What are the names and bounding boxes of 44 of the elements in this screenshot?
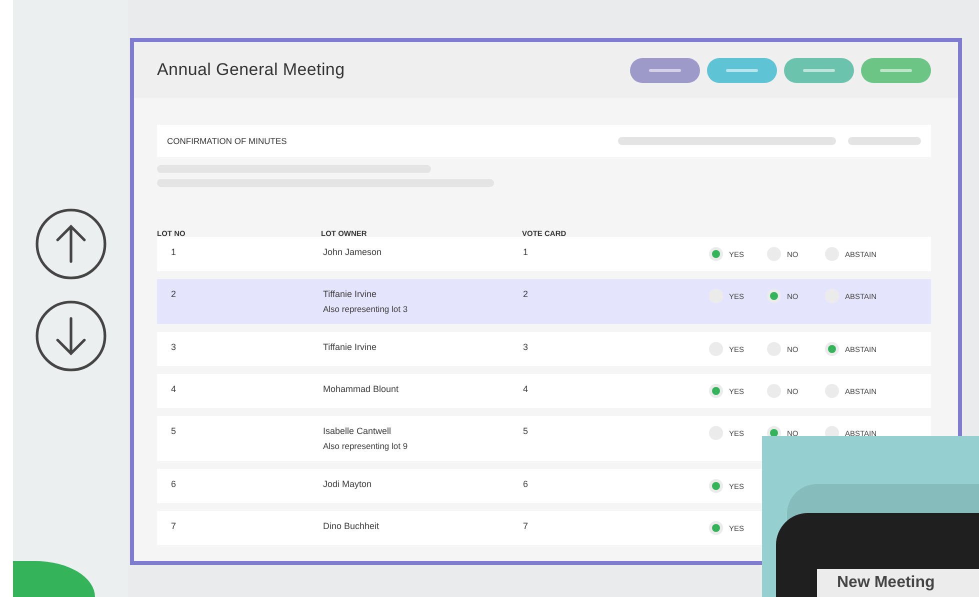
lot-number: 3 [171,342,176,352]
vote-card-number: 2 [523,289,528,299]
screen-title: New Meeting [837,574,936,592]
lot-owner-name: Tiffanie Irvine [323,289,378,299]
arrow-up-icon [34,208,106,280]
lot-owner-name: Tiffanie Irvine [323,342,378,352]
line-icon [880,68,912,72]
action-button[interactable] [784,58,854,82]
line-icon [649,68,681,72]
lot-number: 4 [171,384,176,394]
vote-card-number: 6 [523,479,528,489]
radio-button[interactable] [825,342,839,356]
scroll-up-button[interactable] [34,208,106,280]
representing-note: Also representing lot 9 [323,441,409,451]
line-icon [726,68,758,72]
lot-owner-name: Isabelle Cantwell [323,426,392,436]
lot-owner-name: Dino Buchheit [323,521,380,531]
scroll-down-button[interactable] [34,300,106,372]
vote-card-number: 7 [523,521,528,531]
line-icon [803,68,835,72]
lot-number: 6 [171,479,176,489]
lot-number: 1 [171,247,176,257]
radio-button[interactable] [709,479,723,493]
radio-button[interactable] [709,521,723,535]
lot-owner-name: John Jameson [323,247,383,257]
radio-button[interactable] [767,289,781,303]
lot-number: 2 [171,289,176,299]
vote-card-number: 5 [523,426,528,436]
radio-button[interactable] [709,247,723,261]
action-button[interactable] [630,58,700,82]
lot-owner-name: Jodi Mayton [323,479,373,489]
representing-note: Also representing lot 3 [323,304,409,314]
vote-card-number: 4 [523,384,528,394]
action-button[interactable] [707,58,777,82]
lot-owner-name: Mohammad Blount [323,384,400,394]
section-title: CONFIRMATION OF MINUTES [167,136,288,146]
lot-number: 5 [171,426,176,436]
vote-card-number: 3 [523,342,528,352]
arrow-down-icon [34,300,106,372]
radio-button[interactable] [709,384,723,398]
action-button[interactable] [861,58,931,82]
vote-card-number: 1 [523,247,528,257]
meeting-title: Annual General Meeting [157,60,345,80]
lot-number: 7 [171,521,176,531]
